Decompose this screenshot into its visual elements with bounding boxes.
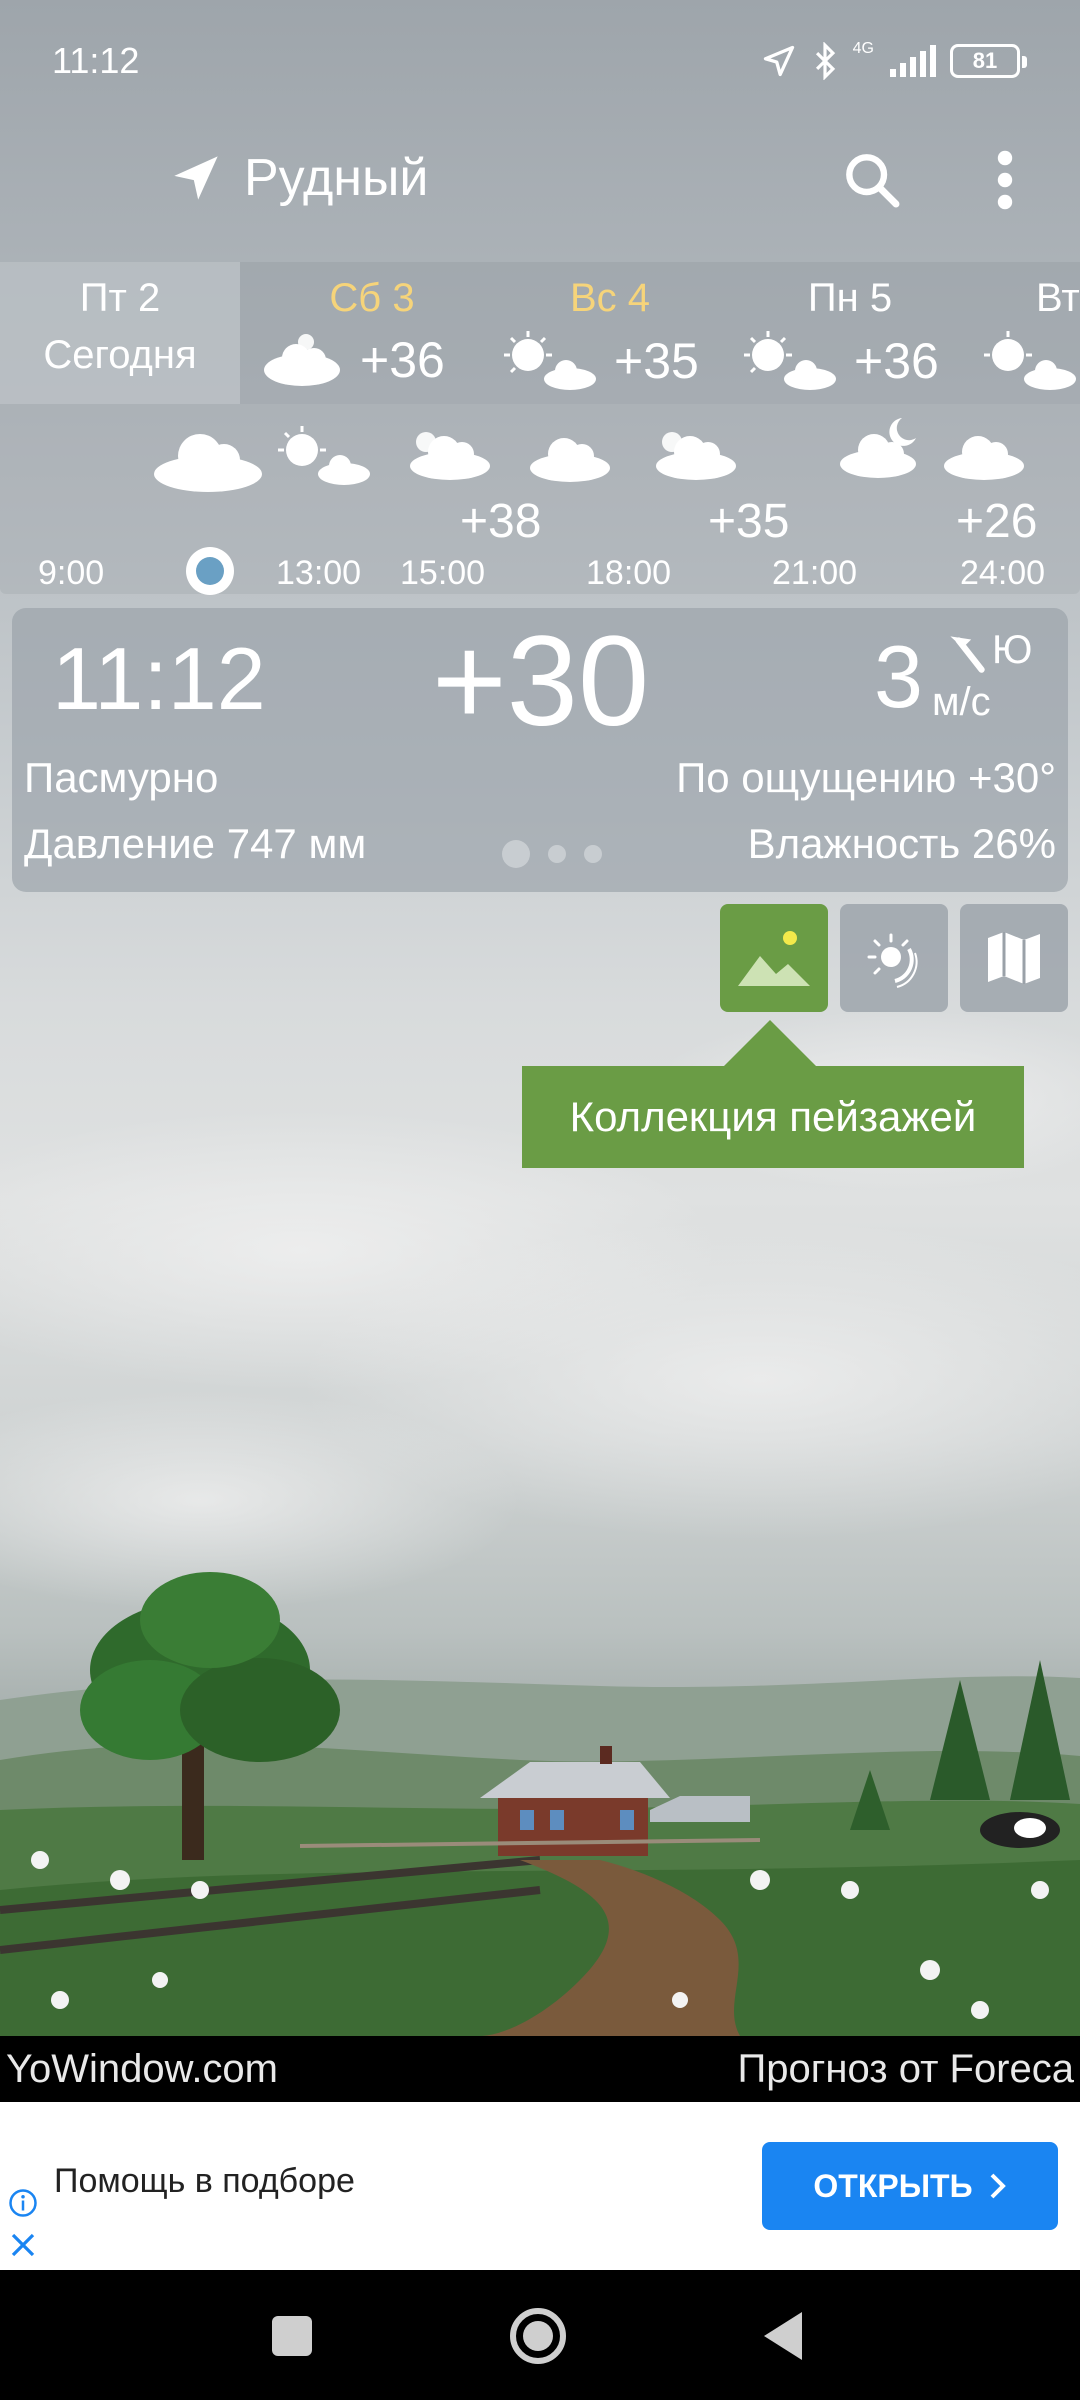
map-button[interactable] bbox=[960, 904, 1068, 1012]
cloud-icon bbox=[944, 436, 1024, 480]
day-tab-4[interactable]: Вт bbox=[980, 262, 1080, 404]
day-tab-2[interactable]: Вс 4 +35 bbox=[500, 262, 720, 404]
search-icon[interactable] bbox=[840, 148, 904, 212]
daylight-button[interactable] bbox=[840, 904, 948, 1012]
toolbar: Рудный bbox=[0, 130, 1080, 230]
bluetooth-icon bbox=[815, 42, 835, 80]
current-conditions-panel[interactable]: 11:12 +30 3 Ю м/с Пасмурно Давление 747 … bbox=[12, 608, 1068, 892]
network-type: 4G bbox=[852, 40, 874, 57]
signal-icon bbox=[890, 45, 936, 77]
hourly-time: 13:00 bbox=[276, 554, 362, 592]
location-status-icon bbox=[763, 45, 794, 77]
status-time: 11:12 bbox=[52, 40, 140, 81]
cloud-sun-icon bbox=[656, 432, 736, 480]
hourly-temp: +35 bbox=[708, 495, 790, 548]
day-sub: Сегодня bbox=[43, 333, 197, 377]
home-button[interactable] bbox=[502, 2300, 574, 2372]
hourly-time: 18:00 bbox=[586, 554, 672, 592]
landscape-collection-button[interactable] bbox=[720, 904, 828, 1012]
landscape-icon bbox=[738, 931, 810, 986]
pressure-text: Давление 747 мм bbox=[24, 820, 367, 867]
location-selector[interactable]: Рудный bbox=[170, 148, 428, 208]
day-tab-0[interactable]: Пт 2 Сегодня bbox=[0, 262, 240, 404]
day-name: Вс 4 bbox=[569, 276, 651, 320]
current-time-marker bbox=[186, 547, 234, 595]
sun-cloud-icon bbox=[278, 426, 370, 485]
day-tab-1[interactable]: Сб 3 +36 bbox=[262, 262, 482, 404]
sun-orbit-icon bbox=[867, 933, 918, 988]
condition-text: Пасмурно bbox=[24, 754, 219, 801]
landscape-tooltip[interactable]: Коллекция пейзажей bbox=[522, 1020, 1024, 1168]
day-temp: +36 bbox=[854, 333, 939, 389]
hourly-temp: +26 bbox=[956, 495, 1038, 548]
location-arrow-icon bbox=[174, 156, 218, 200]
map-icon bbox=[988, 932, 1040, 984]
current-temperature: +30 bbox=[432, 610, 650, 753]
hourly-forecast[interactable]: +38 +35 +26 9:00 13:00 15:00 18:00 21:00… bbox=[0, 404, 1080, 595]
landscape-illustration bbox=[0, 1572, 1080, 2036]
wind-unit: м/с bbox=[932, 680, 991, 724]
chevron-right-icon bbox=[990, 2173, 1006, 2199]
back-button[interactable] bbox=[748, 2300, 820, 2372]
cloud-icon bbox=[530, 438, 610, 482]
cloud-sun-icon bbox=[410, 432, 490, 480]
system-navigation-bar bbox=[0, 2270, 1080, 2400]
battery-level: 81 bbox=[972, 48, 998, 73]
hourly-time: 9:00 bbox=[38, 554, 105, 592]
close-icon[interactable] bbox=[8, 2230, 38, 2260]
day-name: Сб 3 bbox=[329, 276, 415, 320]
day-name: Пт 2 bbox=[79, 276, 161, 320]
hourly-time: 24:00 bbox=[960, 554, 1046, 592]
day-tabs: Пт 2 Сегодня Сб 3 +36 Вс 4 +35 Пн 5 +36 … bbox=[0, 262, 1080, 404]
hourly-time: 21:00 bbox=[772, 554, 858, 592]
page-indicator bbox=[502, 840, 602, 868]
hourly-temp: +38 bbox=[460, 495, 542, 548]
wind-direction: Ю bbox=[992, 628, 1033, 672]
day-name: Вт bbox=[1036, 276, 1080, 320]
forecast-provider[interactable]: Прогноз от Foreca bbox=[738, 2047, 1074, 2092]
ad-banner[interactable]: Помощь в подборе ОТКРЫТЬ bbox=[0, 2102, 1080, 2270]
status-bar: 11:12 4G 81 bbox=[0, 0, 1080, 120]
ad-text: Помощь в подборе bbox=[54, 2162, 355, 2200]
yowindow-link[interactable]: YoWindow.com bbox=[6, 2047, 278, 2092]
day-temp: +35 bbox=[614, 333, 699, 389]
wind-speed: 3 bbox=[874, 627, 923, 726]
cloud-icon bbox=[264, 334, 340, 386]
sun-cloud-icon bbox=[504, 331, 596, 390]
info-icon[interactable] bbox=[8, 2188, 38, 2218]
day-name: Пн 5 bbox=[807, 276, 893, 320]
credit-bar: YoWindow.com Прогноз от Foreca bbox=[0, 2036, 1080, 2102]
more-vert-icon[interactable] bbox=[985, 148, 1025, 212]
sun-cloud-icon bbox=[984, 331, 1076, 390]
feels-like-text: По ощущению +30° bbox=[676, 754, 1056, 801]
ad-open-label: ОТКРЫТЬ bbox=[813, 2167, 973, 2204]
hourly-time: 15:00 bbox=[400, 554, 486, 592]
current-time: 11:12 bbox=[52, 629, 266, 728]
location-title[interactable]: Рудный bbox=[244, 148, 428, 208]
ad-open-button[interactable]: ОТКРЫТЬ bbox=[762, 2142, 1058, 2230]
recents-button[interactable] bbox=[256, 2300, 328, 2372]
cloud-moon-icon bbox=[840, 418, 916, 478]
cloud-icon bbox=[154, 434, 262, 492]
humidity-text: Влажность 26% bbox=[747, 820, 1056, 867]
battery-icon: 81 bbox=[950, 44, 1027, 78]
day-tab-3[interactable]: Пн 5 +36 bbox=[740, 262, 960, 404]
day-temp: +36 bbox=[360, 332, 445, 388]
wind-direction-icon bbox=[950, 636, 985, 673]
sun-cloud-icon bbox=[744, 331, 836, 390]
